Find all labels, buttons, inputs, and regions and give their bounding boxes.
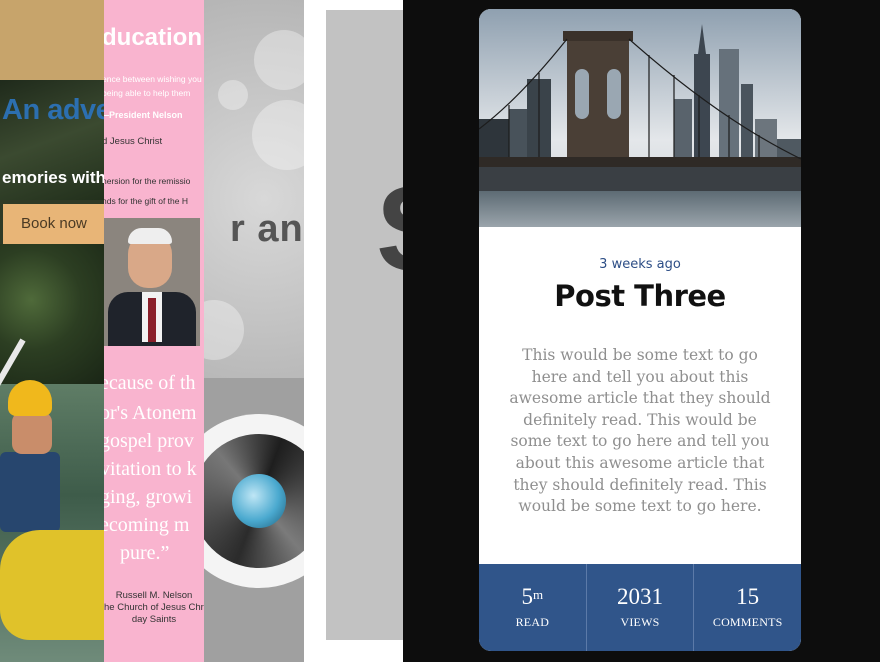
bokeh-circle [204, 300, 244, 360]
stat-value: 2031 [617, 584, 663, 609]
gray-panel [326, 10, 404, 640]
poster-quote-line: ecoming m [104, 514, 190, 536]
bokeh-circle [254, 30, 304, 90]
stat-label: COMMENTS [712, 615, 783, 629]
post-stats-bar: 5m READ 2031 VIEWS 15 COMMENTS [479, 564, 801, 651]
poster-cite: he Church of Jesus Chri [104, 602, 204, 613]
portrait-photo [104, 218, 200, 346]
poster-heading: ducation [104, 24, 202, 51]
gray-panel-strip: S [304, 0, 404, 662]
poster-line: nersion for the remissio [104, 176, 191, 186]
stat-value: 5m [521, 584, 544, 609]
book-now-button[interactable]: Book now [3, 204, 104, 244]
bokeh-logo-strip: r and t [204, 0, 304, 662]
stat-value: 15 [736, 584, 760, 609]
stat-views: 2031 VIEWS [587, 564, 695, 651]
poster-cite: day Saints [131, 614, 177, 625]
panel-glyph: S [376, 160, 404, 298]
adventure-headline: An adventure [2, 94, 104, 126]
bridge-skyline-illustration [479, 9, 801, 227]
helmet-shape [8, 380, 52, 416]
raft-shape [0, 530, 104, 640]
bokeh-circle [218, 80, 248, 110]
logo-core [232, 474, 286, 528]
poster-quote-line: or's Atonem [104, 402, 197, 424]
life-vest-shape [0, 452, 60, 532]
quote-poster-strip: ducation ence between wishing you c bein… [104, 0, 204, 662]
adventure-ad-strip: An adventure emories with Book now [0, 0, 104, 662]
stat-read-time: 5m READ [479, 564, 587, 651]
poster-quote-line: gospel prov [104, 430, 194, 452]
post-image [479, 9, 801, 227]
post-timestamp: 3 weeks ago [599, 257, 681, 272]
poster-quote-line: ecause of th [104, 372, 196, 394]
sand-banner [0, 0, 104, 80]
poster-line: being able to help them [104, 88, 191, 98]
bokeh-circle [252, 100, 304, 170]
bokeh-text: r and t [230, 208, 304, 250]
stat-label: VIEWS [620, 615, 660, 629]
poster-quote-line: ging, growi [104, 486, 193, 508]
poster-line: d Jesus Christ [104, 136, 163, 147]
post-title[interactable]: Post Three [479, 279, 801, 313]
post-excerpt: This would be some text to go here and t… [509, 346, 771, 516]
poster-quote-line: pure.” [120, 542, 170, 564]
stat-comments[interactable]: 15 COMMENTS [694, 564, 801, 651]
adventure-tagline: emories with [2, 168, 104, 187]
poster-line: ence between wishing you c [104, 74, 204, 84]
rafter-face-shape [12, 412, 52, 454]
post-card[interactable]: 3 weeks ago Post Three This would be som… [479, 9, 801, 651]
forest-photo [0, 244, 104, 384]
poster-cite: Russell M. Nelson [115, 590, 193, 601]
portrait-hair [128, 228, 172, 244]
poster-line: nds for the gift of the H [104, 196, 188, 206]
poster-attribution: —President Nelson [104, 110, 183, 120]
stat-label: READ [515, 615, 550, 629]
portrait-tie [148, 298, 156, 342]
poster-quote-line: vitation to k [104, 458, 197, 480]
